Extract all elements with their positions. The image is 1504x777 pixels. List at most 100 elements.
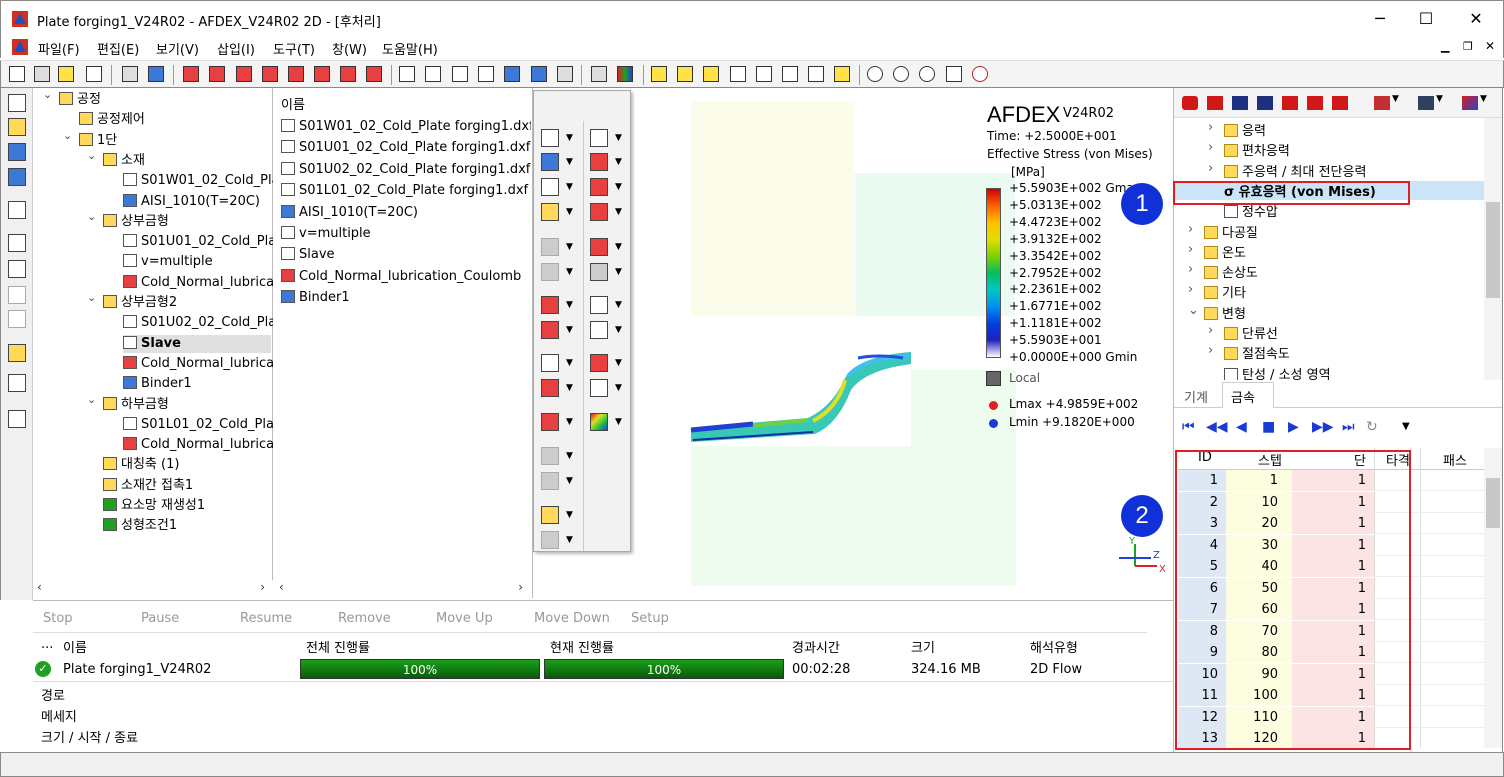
color-mode-icon[interactable] [1462,96,1478,110]
resume-button[interactable]: Resume [240,611,292,626]
render-4-icon[interactable] [478,66,494,82]
panel-tool-icon[interactable] [541,321,559,339]
object-list-item[interactable]: Slave [281,246,531,264]
tree-item[interactable]: Cold_Normal_lubrication [123,274,273,292]
tree-item[interactable]: 하부금형 [103,396,273,414]
chevron-right-icon[interactable]: › [1188,242,1193,257]
result-tool-2-icon[interactable] [1207,96,1223,110]
panel-tool-icon[interactable] [541,203,559,221]
panel-tool-icon[interactable] [541,129,559,147]
tab-metal[interactable]: 금속 [1222,382,1274,408]
tree-item[interactable]: Slave [123,334,271,353]
box-solid-icon[interactable] [651,66,667,82]
tree-item[interactable]: 요소망 재생성1 [103,497,273,515]
chevron-down-icon[interactable]: ⌄ [63,129,72,142]
view-left-icon[interactable] [236,66,252,82]
chevron-down-icon[interactable]: ▼ [615,300,622,310]
open-gray-icon[interactable] [34,66,50,82]
process-tree-icon[interactable] [8,94,26,112]
chevron-down-icon[interactable]: ▼ [566,417,573,427]
menu-edit[interactable]: 편집(E) [97,39,139,58]
chevron-down-icon[interactable]: ▼ [566,510,573,520]
object-list-item[interactable]: Binder1 [281,289,531,307]
chevron-down-icon[interactable]: ▼ [566,242,573,252]
col-size[interactable]: 크기 [911,637,935,656]
tree-item[interactable]: Cold_Normal_lubrication [123,436,273,454]
chevron-down-icon[interactable]: ▼ [566,451,573,461]
color-map-icon[interactable] [617,66,633,82]
import-icon[interactable] [122,66,138,82]
panel-tool-icon[interactable] [590,379,608,397]
chevron-down-icon[interactable]: ⌄ [87,210,96,223]
chevron-down-icon[interactable]: ▼ [566,133,573,143]
panel-tool-icon[interactable] [590,321,608,339]
export-icon[interactable] [148,66,164,82]
chevron-down-icon[interactable]: ▼ [615,383,622,393]
chevron-down-icon[interactable]: ▼ [566,207,573,217]
next-frame-icon[interactable]: ▶▶ [1312,419,1334,435]
chevron-right-icon[interactable]: › [1188,222,1193,237]
panel-tool-icon[interactable] [590,129,608,147]
names-hscroll[interactable]: ‹ › [275,580,531,598]
tree-item[interactable]: S01L01_02_Cold_Plate f [123,416,273,434]
result-tool-7-icon[interactable] [1332,96,1348,110]
tree-item[interactable]: 상부금형 [103,213,273,231]
tree-item[interactable]: 공정제어 [79,111,273,129]
tab-machine[interactable]: 기계 [1184,387,1208,406]
col-name[interactable]: 이름 [63,637,87,656]
move-down-button[interactable]: Move Down [534,611,610,626]
loop-icon[interactable]: ↻ [1366,419,1378,435]
box-outline-icon[interactable] [782,66,798,82]
object-list-item[interactable]: AISI_1010(T=20C) [281,204,531,222]
view-iso2-icon[interactable] [366,66,382,82]
result-tree-item[interactable]: 단류선 [1224,323,1278,342]
chevron-down-icon[interactable]: ▼ [615,325,622,335]
chevron-down-icon[interactable]: ▼ [566,182,573,192]
panel-tool-icon[interactable] [590,178,608,196]
menu-insert[interactable]: 삽입(I) [217,39,255,58]
result-tree-item[interactable]: 손상도 [1204,262,1258,281]
move-up-button[interactable]: Move Up [436,611,493,626]
col-elapsed[interactable]: 경과시간 [792,637,840,656]
panel-tool-icon[interactable] [590,153,608,171]
save-icon[interactable] [86,66,102,82]
last-frame-icon[interactable]: ⏭ [1342,419,1355,435]
postprocess-icon[interactable] [8,168,26,186]
report-icon[interactable] [8,344,26,362]
tree-item[interactable]: Binder1 [123,375,273,393]
chevron-down-icon[interactable]: ⌄ [43,88,52,101]
chevron-down-icon[interactable]: ▼ [566,358,573,368]
chevron-down-icon[interactable]: ▼ [615,133,622,143]
chevron-down-icon[interactable]: ▼ [566,267,573,277]
tree-item[interactable]: 공정 [59,91,273,109]
tree-hscroll[interactable]: ‹ › [33,580,273,598]
menu-help[interactable]: 도움말(H) [382,39,438,58]
result-tree-item[interactable]: 편차응력 [1224,140,1290,159]
chevron-right-icon[interactable]: › [1208,343,1213,358]
chevron-down-icon[interactable]: ▼ [615,267,622,277]
tree-item[interactable]: Cold_Normal_lubrication [123,355,273,373]
view-back-icon[interactable] [209,66,225,82]
panel-tool-icon[interactable] [541,413,559,431]
result-tool-5-icon[interactable] [1282,96,1298,110]
panel-tool-icon[interactable] [541,506,559,524]
step-col-header[interactable]: 패스 [1443,450,1467,469]
panel-tool-icon[interactable] [590,413,608,431]
chevron-down-icon[interactable]: ▼ [1436,94,1443,104]
result-tree-item[interactable]: 주응력 / 최대 전단응력 [1224,161,1366,180]
result-tool-1-icon[interactable] [1182,96,1198,110]
chevron-down-icon[interactable]: ▼ [615,242,622,252]
zoom-icon[interactable] [867,66,883,82]
render-3-icon[interactable] [452,66,468,82]
chevron-down-icon[interactable]: ▼ [615,182,622,192]
col-type[interactable]: 해석유형 [1030,637,1078,656]
box-multi-icon[interactable] [703,66,719,82]
view-iso-icon[interactable] [340,66,356,82]
object-list-item[interactable]: v=multiple [281,225,531,243]
refresh-icon[interactable] [531,66,547,82]
preprocess-icon[interactable] [8,118,26,136]
panel-tool-icon[interactable] [541,354,559,372]
chevron-down-icon[interactable]: ▼ [566,476,573,486]
chevron-down-icon[interactable]: ▼ [566,535,573,545]
tree-item[interactable]: S01U02_02_Cold_Plate f [123,314,273,332]
